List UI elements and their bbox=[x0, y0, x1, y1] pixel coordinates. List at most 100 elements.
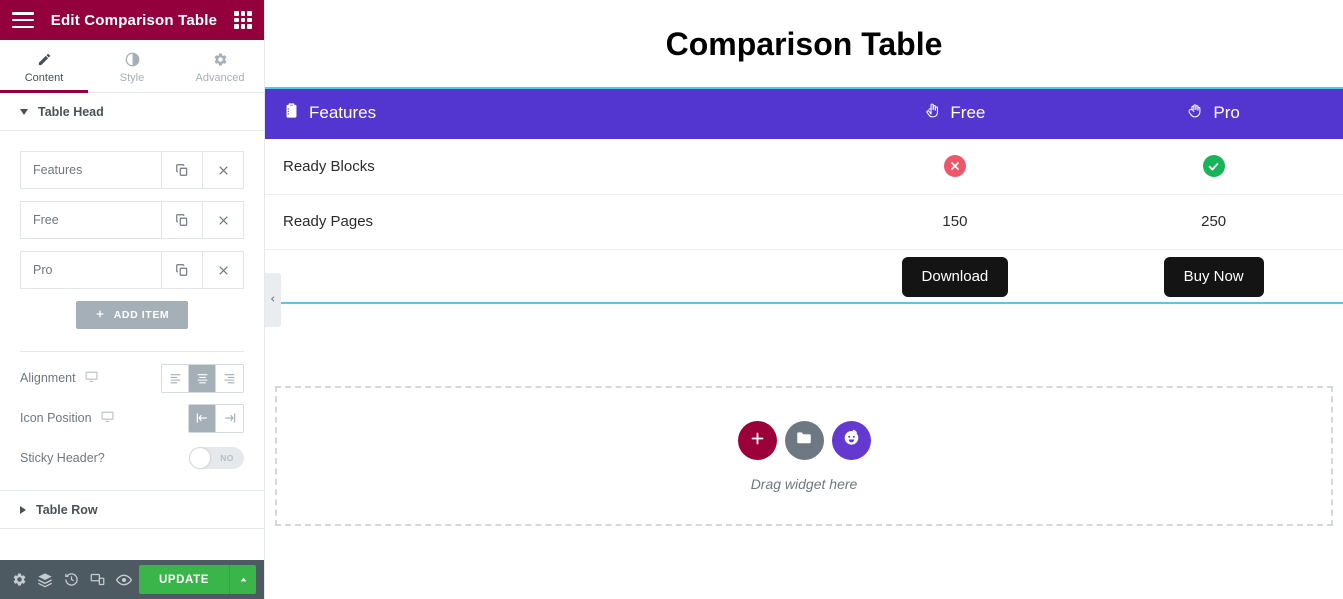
icon-after-icon[interactable] bbox=[216, 404, 243, 432]
happy-face-icon bbox=[842, 428, 861, 452]
update-button-group: UPDATE bbox=[138, 565, 256, 594]
align-left-icon[interactable] bbox=[162, 364, 189, 392]
page-title: Comparison Table bbox=[665, 26, 943, 62]
panel-collapse-handle[interactable] bbox=[265, 273, 281, 327]
repeater-item-label: Features bbox=[33, 163, 83, 177]
update-button[interactable]: UPDATE bbox=[138, 565, 229, 594]
control-sticky-header-label-wrap: Sticky Header? bbox=[20, 451, 189, 465]
comparison-table-widget[interactable]: Features Free Pro Ready Blocks Ready Pag… bbox=[265, 87, 1343, 304]
row-pro-value: 250 bbox=[1084, 194, 1343, 250]
hamburger-icon[interactable] bbox=[12, 12, 34, 28]
table-head-controls: Features Free Pro ADD ITEM bbox=[0, 131, 264, 352]
editor-panel: Edit Comparison Table Content Style Adva… bbox=[0, 0, 265, 599]
download-button[interactable]: Download bbox=[901, 256, 1009, 297]
repeater-item-label: Pro bbox=[33, 263, 53, 277]
add-item-label: ADD ITEM bbox=[113, 309, 170, 321]
clipboard-list-icon bbox=[283, 102, 300, 124]
row-feature-label: Ready Pages bbox=[265, 194, 826, 250]
header-features-inner: Features bbox=[283, 102, 808, 124]
section-table-row[interactable]: Table Row bbox=[0, 491, 264, 529]
header-cell-free[interactable]: Free bbox=[825, 87, 1085, 139]
section-table-head-label: Table Head bbox=[38, 104, 104, 119]
header-pro-inner: Pro bbox=[1102, 102, 1325, 124]
add-template-button[interactable] bbox=[784, 420, 824, 460]
comparison-table: Features Free Pro Ready Blocks Ready Pag… bbox=[265, 87, 1343, 304]
chevron-up-icon[interactable] bbox=[229, 565, 256, 594]
settings-gear-icon[interactable] bbox=[8, 566, 30, 594]
raised-hand-icon bbox=[1187, 102, 1204, 124]
desktop-icon[interactable] bbox=[101, 410, 114, 426]
add-ai-button[interactable] bbox=[831, 420, 871, 460]
pencil-icon bbox=[37, 52, 52, 67]
header-pro-label: Pro bbox=[1213, 103, 1240, 122]
close-icon[interactable] bbox=[202, 252, 243, 288]
table-body: Ready Blocks Ready Pages 150 250 Downloa… bbox=[265, 139, 1343, 304]
plus-icon bbox=[95, 309, 105, 322]
x-circle-icon bbox=[943, 155, 966, 178]
add-item-button[interactable]: ADD ITEM bbox=[76, 301, 188, 329]
row-free-value bbox=[825, 139, 1085, 195]
footer-empty-cell bbox=[265, 249, 826, 304]
chevron-left-icon bbox=[269, 293, 277, 308]
preview-canvas: Comparison Table Features Free Pro Ready… bbox=[265, 0, 1343, 599]
tab-style[interactable]: Style bbox=[88, 40, 176, 92]
align-right-icon[interactable] bbox=[216, 364, 243, 392]
folder-icon bbox=[795, 429, 813, 452]
check-circle-icon bbox=[1202, 155, 1225, 178]
table-row: Ready Pages 150 250 bbox=[265, 194, 1343, 250]
tab-content-label: Content bbox=[24, 72, 64, 84]
copy-icon[interactable] bbox=[161, 252, 202, 288]
add-section-button[interactable] bbox=[737, 420, 777, 460]
repeater-item[interactable]: Free bbox=[20, 201, 244, 239]
dropzone-label: Drag widget here bbox=[750, 475, 858, 492]
icon-before-icon[interactable] bbox=[189, 404, 216, 432]
repeater-item-label: Free bbox=[33, 213, 59, 227]
tab-advanced[interactable]: Advanced bbox=[176, 40, 264, 92]
table-row: Ready Blocks bbox=[265, 139, 1343, 195]
icon-position-choices bbox=[188, 403, 244, 433]
table-head: Features Free Pro bbox=[265, 87, 1343, 139]
copy-icon[interactable] bbox=[161, 202, 202, 238]
control-alignment: Alignment bbox=[0, 358, 264, 398]
header-cell-pro[interactable]: Pro bbox=[1084, 87, 1343, 139]
contrast-circle-icon bbox=[125, 52, 140, 67]
tab-advanced-label: Advanced bbox=[195, 72, 245, 84]
header-free-label: Free bbox=[950, 103, 986, 122]
pointing-hand-icon bbox=[924, 102, 941, 124]
copy-icon[interactable] bbox=[161, 152, 202, 188]
preview-eye-icon[interactable] bbox=[113, 566, 135, 594]
sticky-header-toggle[interactable]: NO bbox=[189, 447, 244, 469]
close-icon[interactable] bbox=[202, 152, 243, 188]
control-icon-position: Icon Position bbox=[0, 398, 264, 438]
control-icon-position-label-wrap: Icon Position bbox=[20, 410, 188, 426]
tab-content[interactable]: Content bbox=[0, 40, 88, 93]
toggle-value: NO bbox=[220, 453, 234, 463]
control-alignment-label: Alignment bbox=[20, 371, 76, 385]
panel-title: Edit Comparison Table bbox=[50, 11, 218, 29]
responsive-mode-icon[interactable] bbox=[87, 566, 109, 594]
buy-now-button[interactable]: Buy Now bbox=[1163, 256, 1264, 297]
control-sticky-header-label: Sticky Header? bbox=[20, 451, 105, 465]
panel-footer: UPDATE bbox=[0, 560, 264, 599]
control-sticky-header: Sticky Header? NO bbox=[0, 438, 264, 478]
close-icon[interactable] bbox=[202, 202, 243, 238]
repeater-item[interactable]: Features bbox=[20, 151, 244, 189]
section-table-head[interactable]: Table Head bbox=[0, 93, 264, 131]
control-alignment-label-wrap: Alignment bbox=[20, 370, 161, 386]
desktop-icon[interactable] bbox=[85, 370, 98, 386]
tab-style-label: Style bbox=[119, 72, 145, 84]
repeater-item[interactable]: Pro bbox=[20, 251, 244, 289]
align-center-icon[interactable] bbox=[189, 364, 216, 392]
plus-icon bbox=[749, 429, 766, 451]
navigator-layers-icon[interactable] bbox=[34, 566, 56, 594]
table-footer-row: Download Buy Now bbox=[265, 249, 1343, 304]
gear-icon bbox=[213, 52, 228, 67]
header-cell-features[interactable]: Features bbox=[265, 87, 826, 139]
table-head-row: Features Free Pro bbox=[265, 87, 1343, 139]
panel-content: Table Head Features Free Pro ADD ITEM Al… bbox=[0, 93, 264, 560]
row-pro-value bbox=[1084, 139, 1343, 195]
history-icon[interactable] bbox=[60, 566, 82, 594]
footer-pro-button-cell: Buy Now bbox=[1084, 249, 1343, 304]
widget-dropzone[interactable]: Drag widget here bbox=[275, 386, 1333, 526]
grid-apps-icon[interactable] bbox=[234, 11, 252, 29]
